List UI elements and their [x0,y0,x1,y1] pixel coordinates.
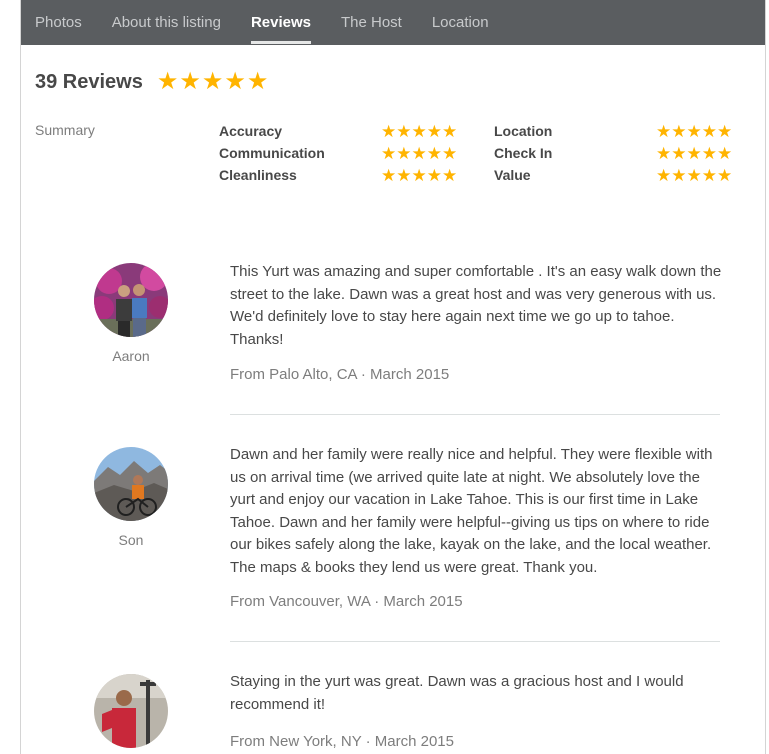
reviewer-avatar[interactable] [94,447,168,521]
accuracy-stars-icon: ★★★★★ [381,121,458,141]
communication-stars-icon: ★★★★★ [381,143,458,163]
summary-category-name: Location [494,123,553,139]
summary-category-name: Accuracy [219,123,283,139]
summary-category-name: Value [494,167,531,183]
review-location-date: From New York, NY · March 2015 [230,733,454,750]
reviewer-name[interactable]: Son [94,532,168,548]
review-text: This Yurt was amazing and super comforta… [230,263,722,348]
reviewer-avatar[interactable] [94,263,168,337]
tab-the-host[interactable]: The Host [341,0,402,45]
listing-panel: Photos About this listing Reviews The Ho… [20,0,766,754]
location-stars-icon: ★★★★★ [656,121,733,141]
tab-reviews[interactable]: Reviews [250,0,312,45]
summary-category-name: Check In [494,145,553,161]
tab-location[interactable]: Location [432,0,489,45]
reviews-count-title: 39 Reviews [35,70,143,93]
summary-row-value: Value ★★★★★ [494,165,732,185]
summary-row-communication: Communication ★★★★★ [219,143,457,163]
review-location-date: From Palo Alto, CA · March 2015 [230,366,450,383]
tab-about-this-listing[interactable]: About this listing [112,0,221,45]
review-location-date: From Vancouver, WA · March 2015 [230,593,463,610]
listing-tab-bar: Photos About this listing Reviews The Ho… [21,0,765,45]
reviewer-avatar[interactable] [94,674,168,748]
value-stars-icon: ★★★★★ [656,165,733,185]
summary-row-cleanliness: Cleanliness ★★★★★ [219,165,457,185]
review-divider [230,641,720,642]
review-text: Staying in the yurt was great. Dawn was … [230,673,684,713]
summary-row-check-in: Check In ★★★★★ [494,143,732,163]
check-in-stars-icon: ★★★★★ [656,143,733,163]
summary-label: Summary [35,122,95,138]
summary-category-name: Communication [219,145,325,161]
summary-row-accuracy: Accuracy ★★★★★ [219,121,457,141]
reviews-header: 39 Reviews ★★★★★ [35,70,269,94]
reviewer-name[interactable]: Aaron [94,348,168,364]
review-text: Dawn and her family were really nice and… [230,446,713,576]
cleanliness-stars-icon: ★★★★★ [381,165,458,185]
tab-photos[interactable]: Photos [35,0,82,45]
summary-row-location: Location ★★★★★ [494,121,732,141]
review-divider [230,414,720,415]
summary-category-name: Cleanliness [219,167,297,183]
overall-rating-stars-icon: ★★★★★ [156,68,270,95]
